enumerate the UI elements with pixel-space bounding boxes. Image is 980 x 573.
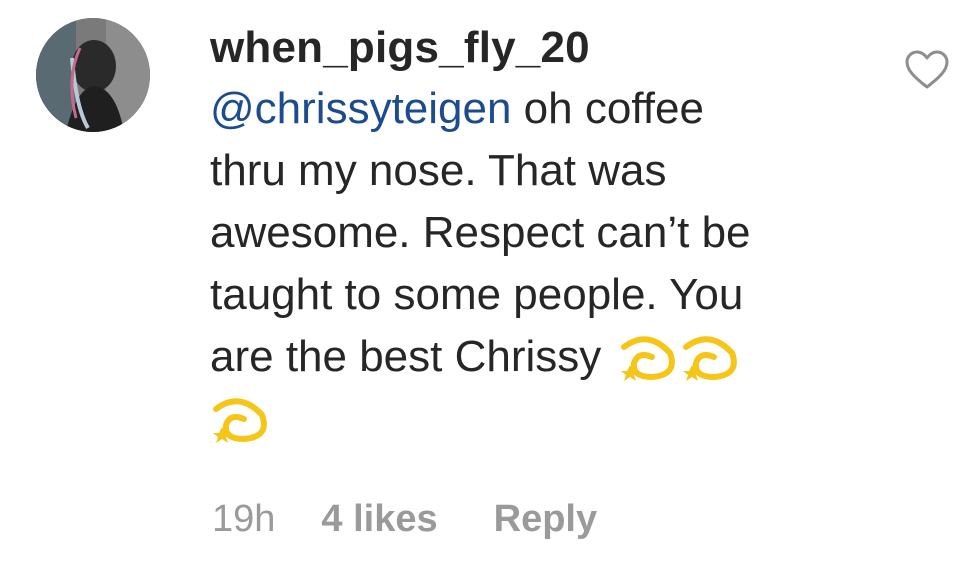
username[interactable]: when_pigs_fly_20: [210, 22, 860, 74]
comment-line-4: taught to some people. You: [210, 270, 744, 319]
comment-body: when_pigs_fly_20 @chrissyteigen oh coffe…: [210, 22, 860, 450]
dizzy-emoji-icon: [213, 398, 267, 443]
mention-link[interactable]: @chrissyteigen: [210, 84, 511, 133]
comment: when_pigs_fly_20 @chrissyteigen oh coffe…: [0, 0, 980, 573]
dizzy-emoji-icon: [682, 336, 737, 381]
comment-line-3: awesome. Respect can’t be: [210, 208, 751, 257]
comment-text: @chrissyteigen oh coffee thru my nose. T…: [210, 78, 860, 450]
comment-line-1: oh coffee: [511, 84, 704, 133]
dizzy-emoji-icon: [620, 336, 675, 381]
emoji-line: [210, 388, 860, 450]
comment-meta: 19h 4 likes Reply: [212, 498, 597, 541]
comment-line-2: thru my nose. That was: [210, 146, 667, 195]
likes-count[interactable]: 4 likes: [321, 498, 437, 541]
reply-button[interactable]: Reply: [494, 498, 597, 541]
timestamp: 19h: [212, 498, 276, 540]
avatar[interactable]: [36, 18, 150, 132]
heart-outline-icon[interactable]: [904, 50, 950, 90]
comment-line-5: are the best Chrissy: [210, 332, 614, 381]
avatar-image: [36, 18, 150, 132]
